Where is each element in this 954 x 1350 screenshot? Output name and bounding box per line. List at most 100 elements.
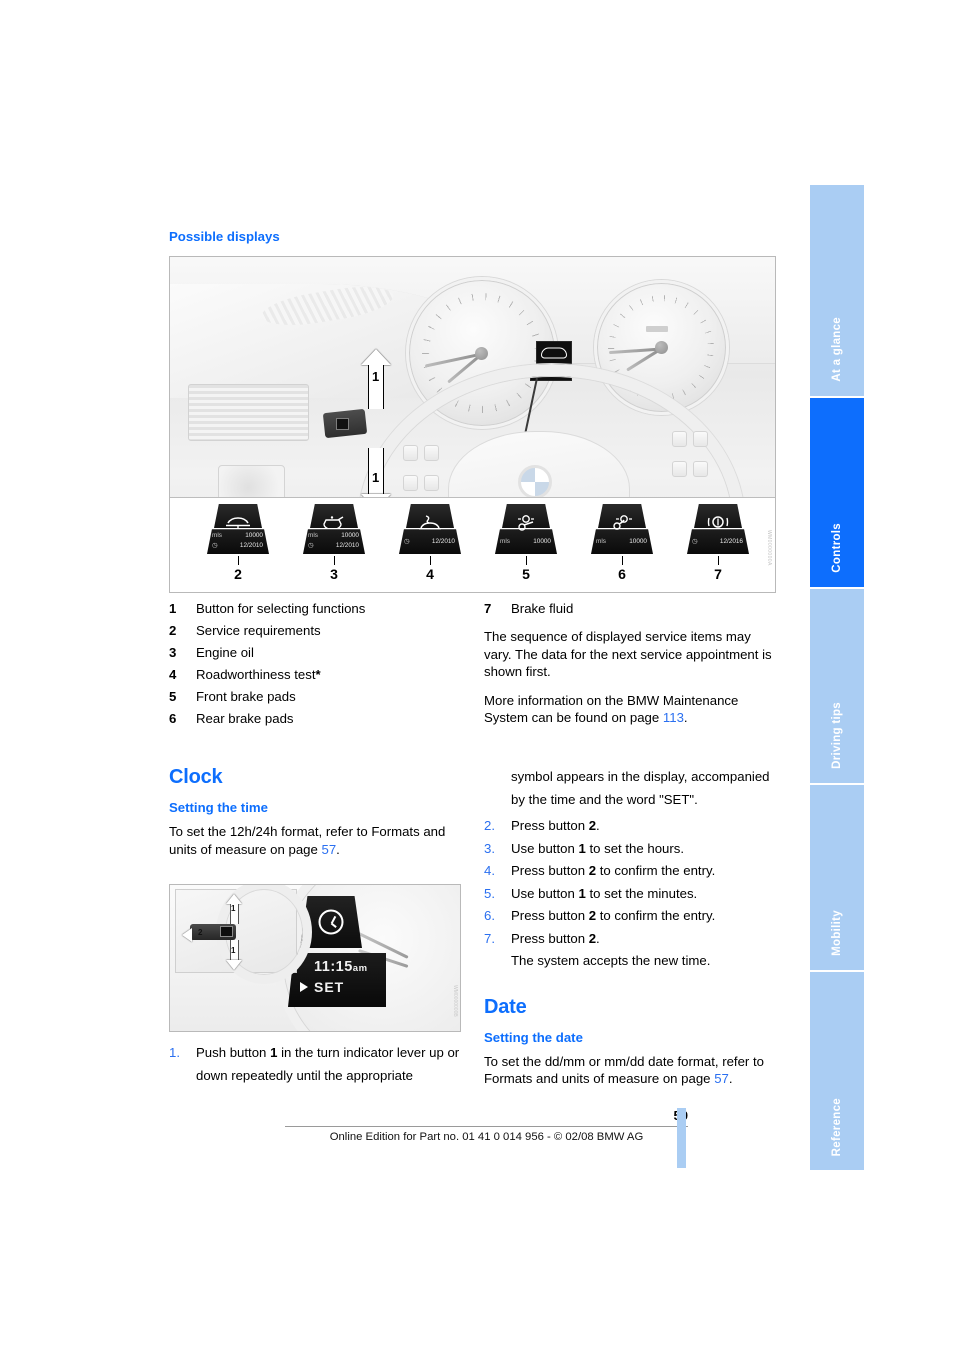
clock-steps-left: 1. Push button 1 in the turn indicator l…: [169, 1042, 461, 1087]
date-intro-paragraph: To set the dd/mm or mm/dd date format, r…: [484, 1053, 764, 1087]
tab-at-a-glance-label: At a glance: [831, 317, 843, 382]
page-number: 59: [0, 1108, 688, 1123]
setting-the-date-heading: Setting the date: [484, 1029, 583, 1045]
button-2-inset: [220, 926, 233, 937]
figure-instrument-cluster: 1 1 mls 10000 ◷ 12/2010 2 mls 10000 ◷ 12…: [169, 256, 776, 593]
figure-1-code: WM0000000A: [766, 530, 772, 566]
legend-list-left: 1 Button for selecting functions 2 Servi…: [169, 598, 461, 730]
clock-step-1: 1. Push button 1 in the turn indicator l…: [169, 1042, 461, 1087]
clock-step-4-text: Press button 2 to confirm the entry.: [511, 863, 716, 878]
clock-step-7-text: Press button 2. The system accepts the ne…: [511, 930, 711, 969]
clock-step-6-text: Press button 2 to confirm the entry.: [511, 908, 716, 923]
clock-step-3: 3. Use button 1 to set the hours.: [484, 838, 776, 861]
clock-intro-paragraph: To set the 12h/24h format, refer to Form…: [169, 824, 446, 857]
legend-item-1: 1 Button for selecting functions: [169, 601, 366, 616]
service-icon-6-number: 6: [618, 566, 626, 582]
clock-step-2-text: Press button 2.: [511, 818, 600, 833]
footer-accent-bar: [677, 1108, 686, 1168]
service-icon-strip: mls 10000 ◷ 12/2010 2 mls 10000 ◷ 12/2010: [170, 497, 775, 592]
clock-time-readout: 11:15am: [314, 959, 368, 975]
callout-label-1-up: 1: [371, 369, 380, 385]
legend-item-3: 3 Engine oil: [169, 645, 254, 660]
service-icon-7-values: ◷ 12/2016: [692, 538, 743, 545]
service-icon-6: mls 10000 6: [578, 501, 666, 582]
setting-the-time-heading: Setting the time: [169, 800, 268, 815]
clock-step-7: 7. Press button 2. The system accepts the…: [484, 928, 776, 973]
service-icon-2-values: mls 10000 ◷ 12/2010: [212, 532, 263, 549]
maintenance-system-paragraph: More information on the BMW Maintenance …: [484, 692, 739, 726]
clock-step-1-continued: symbol appears in the display, accompani…: [511, 769, 770, 807]
figure-2-code: WM0000000B: [452, 985, 458, 1017]
tab-mobility[interactable]: Mobility: [810, 785, 864, 972]
possible-displays-heading: Possible displays: [169, 229, 280, 244]
clock-step-1-text: Push button 1 in the turn indicator leve…: [196, 1045, 460, 1083]
legend-item-4: 4 Roadworthiness test*: [169, 667, 321, 682]
clock-heading: Clock: [169, 766, 223, 788]
callout-label-2: 2: [198, 928, 203, 937]
section-tab-rail: At a glance Controls Driving tips Mobili…: [810, 185, 864, 1170]
clock-step-5-text: Use button 1 to set the minutes.: [511, 885, 698, 901]
page-link-57-clock[interactable]: 57: [322, 842, 337, 857]
tab-controls[interactable]: Controls: [810, 398, 864, 589]
clock-step-3-text: Use button 1 to set the hours.: [511, 840, 685, 856]
service-icon-2: mls 10000 ◷ 12/2010 2: [194, 501, 282, 582]
tab-reference-label: Reference: [831, 1097, 843, 1156]
legend-item-5: 5 Front brake pads: [169, 689, 296, 704]
front-brake-icon: [513, 515, 539, 534]
page-link-113[interactable]: 113: [663, 710, 684, 725]
service-icon-5-number: 5: [522, 566, 530, 582]
brake-fluid-icon: [706, 515, 730, 534]
clock-step-5: 5. Use button 1 to set the minutes.: [484, 883, 776, 906]
footer-edition-text: Online Edition for Part no. 01 41 0 014 …: [329, 1131, 644, 1143]
option-asterisk: *: [315, 667, 321, 682]
date-heading: Date: [484, 995, 527, 1018]
page-link-57-date[interactable]: 57: [714, 1071, 729, 1086]
car-check-icon: [417, 515, 443, 534]
service-icon-7: ◷ 12/2016 7: [674, 501, 762, 582]
set-marker-triangle-icon: [300, 982, 308, 992]
tab-mobility-label: Mobility: [831, 910, 843, 956]
tab-at-a-glance[interactable]: At a glance: [810, 185, 864, 398]
legend-item-6: 6 Rear brake pads: [169, 711, 294, 726]
service-display-screen: [536, 340, 573, 367]
clock-steps-right: 2. Press button 2. 3. Use button 1 to se…: [484, 815, 776, 973]
figure-clock-display: 11:15am SET 2 1 1 WM0000000B: [169, 884, 461, 1032]
air-vent-icon: [188, 384, 310, 442]
legend-item-2: 2 Service requirements: [169, 623, 321, 638]
tab-controls-label: Controls: [831, 523, 843, 573]
oil-can-icon: [321, 515, 347, 532]
service-icon-4-number: 4: [426, 566, 434, 582]
footer-divider: [285, 1126, 688, 1127]
callout-arrow-up-inset: 1: [226, 894, 242, 924]
callout-arrow-up: 1: [360, 349, 391, 410]
clock-face-icon: [318, 909, 344, 935]
service-sequence-paragraph: The sequence of displayed service items …: [484, 629, 772, 680]
legend-item-7: 7 Brake fluid: [484, 601, 574, 616]
tab-reference[interactable]: Reference: [810, 972, 864, 1170]
clock-step-6: 6. Press button 2 to confirm the entry.: [484, 905, 776, 928]
clock-step-4: 4. Press button 2 to confirm the entry.: [484, 860, 776, 883]
bmw-logo-icon: [517, 464, 552, 499]
service-icon-4-values: ◷ 12/2010: [404, 538, 455, 545]
callout-label-1-down: 1: [371, 469, 380, 485]
service-icon-5: mls 10000 5: [482, 501, 570, 582]
tab-driving-tips-label: Driving tips: [831, 702, 843, 769]
car-lift-icon: [225, 515, 251, 532]
service-icon-5-values: mls 10000: [500, 538, 551, 545]
lever-inset-illustration: 2 1 1: [175, 885, 312, 984]
manual-page: At a glance Controls Driving tips Mobili…: [0, 0, 954, 1350]
tab-driving-tips[interactable]: Driving tips: [810, 589, 864, 785]
service-icon-2-number: 2: [234, 566, 242, 582]
clock-set-label: SET: [314, 979, 345, 995]
callout-arrow-down-inset: 1: [226, 940, 242, 972]
clock-step-2: 2. Press button 2.: [484, 815, 776, 838]
car-icon: [541, 347, 568, 359]
service-icon-7-number: 7: [714, 566, 722, 582]
service-icon-4: ◷ 12/2010 4: [386, 501, 474, 582]
legend-list-right: 7 Brake fluid: [484, 598, 776, 620]
service-icon-3: mls 10000 ◷ 12/2010 3: [290, 501, 378, 582]
service-icon-3-values: mls 10000 ◷ 12/2010: [308, 532, 359, 549]
service-icon-6-values: mls 10000: [596, 538, 647, 545]
service-icon-3-number: 3: [330, 566, 338, 582]
callout-arrow-left: [182, 928, 192, 942]
